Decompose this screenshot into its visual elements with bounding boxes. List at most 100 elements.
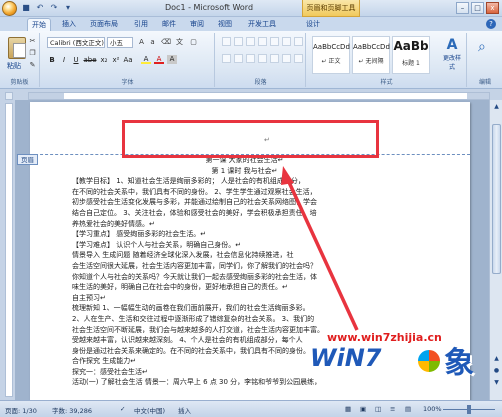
distributed-icon[interactable]	[270, 54, 279, 63]
page-indicator[interactable]: 页面: 1/30	[5, 405, 37, 415]
view-print-layout-icon[interactable]: ▦	[345, 405, 351, 413]
word-count[interactable]: 字数: 39,286	[52, 405, 92, 415]
borders-icon[interactable]	[294, 54, 303, 63]
vertical-ruler[interactable]	[5, 103, 13, 397]
decrease-indent-icon[interactable]	[258, 37, 267, 46]
ribbon-tabs: 开始 插入 页面布局 引用 邮件 审阅 视图 开发工具 设计 ?	[0, 17, 502, 31]
italic-button[interactable]: I	[59, 55, 69, 65]
font-group: Calibri (西文正文) 小五 A a ⌫ 文 ▢ B I U abe x₂…	[41, 33, 215, 87]
shrink-font-icon[interactable]: a	[148, 38, 157, 47]
tab-design[interactable]: 设计	[302, 18, 324, 31]
view-outline-icon[interactable]: ≡	[390, 405, 395, 413]
align-right-icon[interactable]	[246, 54, 255, 63]
style-heading-1-name: 标题 1	[402, 60, 420, 67]
subscript-button[interactable]: x₂	[99, 55, 109, 65]
save-icon[interactable]: ■	[21, 3, 31, 13]
doc-line: 第 1 课时 我与社会↵	[211, 166, 278, 175]
style-no-spacing-sample: AaBbCcDd	[353, 43, 390, 51]
underline-button[interactable]: U	[71, 55, 81, 65]
change-case-button[interactable]: Aa	[123, 55, 133, 65]
header-tag: 页眉	[17, 154, 38, 165]
tab-mailings[interactable]: 邮件	[158, 18, 180, 31]
help-icon[interactable]: ?	[486, 19, 496, 29]
close-button[interactable]: x	[486, 2, 499, 14]
next-page-icon[interactable]: ▼	[492, 378, 501, 387]
numbering-icon[interactable]	[234, 37, 243, 46]
window-controls: – □ x	[456, 2, 499, 14]
doc-line: 2、人在生产、生活和交往过程中逐渐形成了错综复杂的社会关系。 3、我们的	[72, 314, 315, 323]
tab-references[interactable]: 引用	[130, 18, 152, 31]
clear-format-icon[interactable]: ⌫	[161, 38, 171, 47]
show-marks-icon[interactable]	[294, 37, 303, 46]
insert-mode[interactable]: 插入	[178, 405, 191, 415]
scroll-up-icon[interactable]: ▲	[492, 102, 501, 111]
find-icon[interactable]: ⌕	[478, 39, 486, 55]
align-center-icon[interactable]	[234, 54, 243, 63]
maximize-button[interactable]: □	[471, 2, 484, 14]
font-color-button[interactable]: A	[154, 55, 164, 64]
strikethrough-button[interactable]: abe	[83, 55, 97, 65]
copy-icon[interactable]: ❐	[28, 49, 37, 58]
bold-button[interactable]: B	[47, 55, 57, 65]
style-no-spacing-name: ↵ 无间隔	[358, 58, 384, 65]
paste-button[interactable]: 粘贴	[7, 61, 21, 71]
watermark-char: 象	[444, 346, 474, 381]
horizontal-ruler[interactable]	[28, 92, 490, 100]
clipboard-group-label: 剪贴板	[10, 79, 29, 86]
spell-check-icon[interactable]: ✓	[120, 405, 125, 413]
tab-page-layout[interactable]: 页面布局	[86, 18, 122, 31]
char-shading-button[interactable]: A	[167, 55, 177, 64]
font-name-select[interactable]: Calibri (西文正文)	[47, 37, 105, 48]
multilevel-list-icon[interactable]	[246, 37, 255, 46]
clipboard-group: 粘贴 ✂ ❐ ✎ 剪贴板	[0, 33, 40, 87]
tab-developer[interactable]: 开发工具	[244, 18, 280, 31]
format-painter-icon[interactable]: ✎	[28, 61, 37, 70]
view-draft-icon[interactable]: ▤	[405, 405, 411, 413]
tab-review[interactable]: 审阅	[186, 18, 208, 31]
undo-icon[interactable]: ↶	[35, 3, 45, 13]
minimize-button[interactable]: –	[456, 2, 469, 14]
scroll-thumb[interactable]	[492, 124, 501, 274]
editing-group: ⌕ 编辑	[468, 33, 502, 87]
style-no-spacing[interactable]: AaBbCcDd ↵ 无间隔	[352, 36, 390, 74]
zoom-level[interactable]: 100%	[423, 405, 442, 413]
change-styles-icon: A	[446, 37, 458, 53]
view-web-icon[interactable]: ◫	[375, 405, 381, 413]
ruler-corner[interactable]	[5, 92, 13, 100]
char-border-icon[interactable]: ▢	[189, 38, 198, 47]
increase-indent-icon[interactable]	[270, 37, 279, 46]
view-full-screen-icon[interactable]: ▣	[360, 405, 366, 413]
tab-home[interactable]: 开始	[27, 18, 51, 31]
list-buttons	[222, 37, 303, 46]
language-indicator[interactable]: 中文(中国)	[134, 405, 165, 415]
justify-icon[interactable]	[258, 54, 267, 63]
grow-font-icon[interactable]: A	[137, 38, 146, 47]
paste-icon[interactable]	[8, 37, 26, 59]
style-heading-1[interactable]: AaBb 标题 1	[392, 36, 430, 74]
sort-icon[interactable]	[282, 37, 291, 46]
highlight-color-button[interactable]: A	[141, 55, 151, 64]
phonetic-guide-icon[interactable]: 文	[175, 38, 184, 47]
superscript-button[interactable]: x²	[111, 55, 121, 65]
change-styles-button[interactable]: A 更改样式	[441, 37, 463, 77]
bullets-icon[interactable]	[222, 37, 231, 46]
watermark-url: www.win7zhijia.cn	[327, 331, 442, 344]
customize-qat-icon[interactable]: ▾	[63, 3, 73, 13]
line-spacing-icon[interactable]	[282, 54, 291, 63]
browse-object-icon[interactable]: ●	[492, 366, 501, 375]
office-button[interactable]	[2, 1, 17, 16]
style-normal[interactable]: AaBbCcDd ↵ 正文	[312, 36, 350, 74]
style-heading-1-sample: AaBb	[393, 39, 429, 53]
tab-insert[interactable]: 插入	[58, 18, 80, 31]
redo-icon[interactable]: ↷	[49, 3, 59, 13]
vertical-scrollbar[interactable]: ▲ ▲ ● ▼	[489, 100, 502, 400]
cut-icon[interactable]: ✂	[28, 37, 37, 46]
paragraph-group: 段落	[216, 33, 306, 87]
header-footer-tools-label: 页眉和页脚工具	[302, 0, 360, 17]
zoom-slider-handle[interactable]	[467, 405, 471, 414]
tab-view[interactable]: 视图	[214, 18, 236, 31]
align-left-icon[interactable]	[222, 54, 231, 63]
prev-page-icon[interactable]: ▲	[492, 354, 501, 363]
align-buttons	[222, 54, 303, 63]
font-size-select[interactable]: 小五	[107, 37, 133, 48]
